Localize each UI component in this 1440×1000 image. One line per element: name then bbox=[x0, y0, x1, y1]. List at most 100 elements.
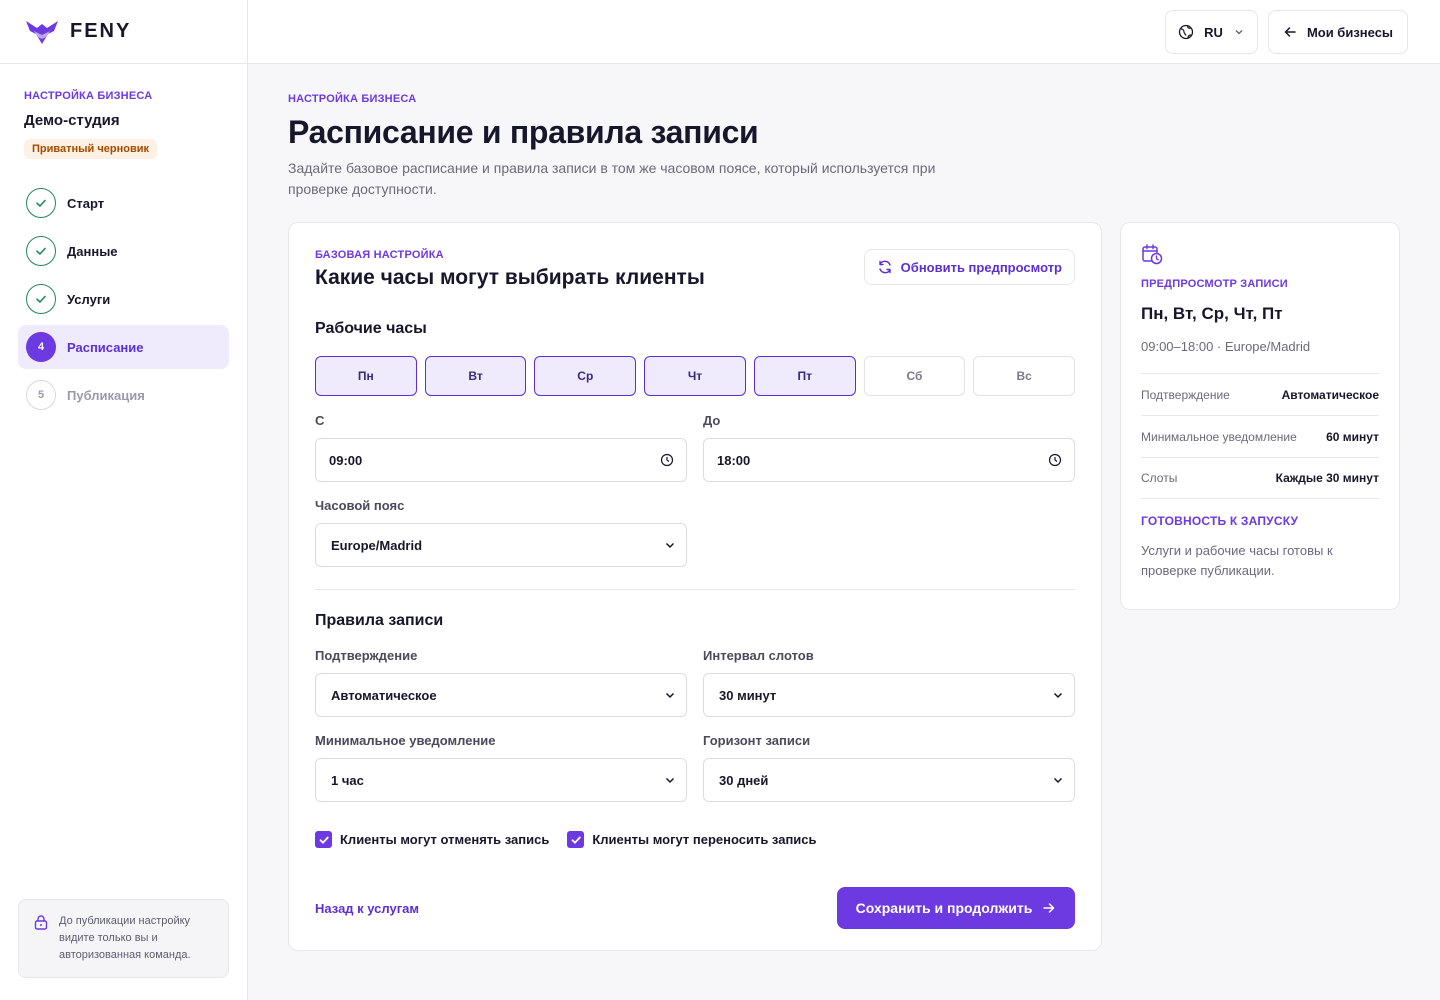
slot-interval-label: Интервал слотов bbox=[703, 648, 814, 663]
step-publish[interactable]: 5 Публикация bbox=[18, 373, 229, 417]
topbar: RU Мои бизнесы bbox=[248, 0, 1440, 64]
language-label: RU bbox=[1204, 24, 1223, 40]
timezone-label: Часовой пояс bbox=[315, 498, 405, 513]
preview-hours: 09:00–18:00 · Europe/Madrid bbox=[1141, 339, 1311, 354]
slot-interval-value: 30 минут bbox=[719, 687, 777, 703]
sidebar: FENY НАСТРОЙКА БИЗНЕСА Демо-студия Прива… bbox=[0, 0, 248, 1000]
setup-steps: Старт Данные Услуги 4 Расписание 5 Публи… bbox=[0, 181, 247, 417]
logo-text: FENY bbox=[70, 20, 132, 42]
chevron-down-icon bbox=[665, 542, 675, 549]
booking-preview-card: ПРЕДПРОСМОТР ЗАПИСИ Пн, Вт, Ср, Чт, Пт 0… bbox=[1120, 222, 1400, 610]
from-time-input[interactable]: 09:00 bbox=[315, 438, 687, 482]
timezone-select[interactable]: Europe/Madrid bbox=[315, 523, 687, 567]
sidebar-eyebrow: НАСТРОЙКА БИЗНЕСА bbox=[24, 90, 153, 102]
preview-row: Подтверждение Автоматическое bbox=[1141, 373, 1379, 415]
day-sun[interactable]: Вс bbox=[973, 356, 1076, 396]
preview-row-value: Автоматическое bbox=[1281, 387, 1379, 402]
privacy-note: До публикации настройку видите только вы… bbox=[18, 899, 229, 978]
check-icon bbox=[26, 188, 56, 218]
page-description: Задайте базовое расписание и правила зап… bbox=[288, 160, 936, 197]
day-sat[interactable]: Сб bbox=[863, 356, 966, 396]
back-to-services-link[interactable]: Назад к услугам bbox=[315, 901, 419, 916]
preview-row-value: 60 минут bbox=[1326, 429, 1379, 444]
day-thu[interactable]: Чт bbox=[644, 356, 746, 396]
chevron-down-icon bbox=[1053, 777, 1063, 784]
privacy-text: До публикации настройку видите только вы… bbox=[59, 915, 191, 961]
step-label: Данные bbox=[67, 243, 118, 259]
preview-days: Пн, Вт, Ср, Чт, Пт bbox=[1141, 304, 1283, 323]
preview-row: Слоты Каждые 30 минут bbox=[1141, 457, 1379, 499]
step-label: Услуги bbox=[67, 291, 111, 307]
globe-icon bbox=[1178, 24, 1194, 40]
day-mon[interactable]: Пн bbox=[315, 356, 417, 396]
chevron-down-icon bbox=[1053, 692, 1063, 699]
from-label: С bbox=[315, 413, 325, 428]
can-cancel-label: Клиенты могут отменять запись bbox=[340, 832, 550, 847]
save-continue-button[interactable]: Сохранить и продолжить bbox=[837, 887, 1075, 929]
step-label: Расписание bbox=[67, 339, 144, 355]
chevron-down-icon bbox=[665, 692, 675, 699]
refresh-preview-button[interactable]: Обновить предпросмотр bbox=[863, 249, 1075, 285]
min-notice-label: Минимальное уведомление bbox=[315, 733, 496, 748]
status-badge: Приватный черновик bbox=[24, 139, 157, 159]
logo[interactable]: FENY bbox=[0, 0, 247, 64]
preview-row-value: Каждые 30 минут bbox=[1275, 471, 1379, 485]
step-services[interactable]: Услуги bbox=[18, 277, 229, 321]
my-businesses-label: Мои бизнесы bbox=[1306, 24, 1394, 40]
calendar-clock-icon bbox=[1142, 244, 1163, 265]
confirmation-value: Автоматическое bbox=[331, 687, 437, 703]
booking-rules-title: Правила записи bbox=[315, 612, 444, 629]
preview-row-key: Подтверждение bbox=[1141, 387, 1230, 402]
can-reschedule-checkbox[interactable]: Клиенты могут переносить запись bbox=[567, 831, 817, 848]
step-label: Старт bbox=[67, 195, 105, 211]
lock-icon bbox=[34, 915, 48, 930]
chevron-down-icon bbox=[665, 777, 675, 784]
day-fri[interactable]: Пт bbox=[753, 356, 856, 396]
step-schedule[interactable]: 4 Расписание bbox=[18, 325, 229, 369]
step-number: 5 bbox=[26, 380, 56, 410]
language-select[interactable]: RU bbox=[1165, 10, 1258, 54]
horizon-value: 30 дней bbox=[719, 772, 769, 788]
checkbox-checked-icon bbox=[567, 831, 585, 848]
day-tue[interactable]: Вт bbox=[424, 356, 527, 396]
to-time-value: 18:00 bbox=[717, 452, 751, 468]
horizon-select[interactable]: 30 дней bbox=[703, 758, 1075, 802]
arrow-right-icon bbox=[1043, 903, 1055, 913]
step-label: Публикация bbox=[67, 387, 145, 403]
preview-eyebrow: ПРЕДПРОСМОТР ЗАПИСИ bbox=[1141, 278, 1288, 290]
step-start[interactable]: Старт bbox=[18, 181, 229, 225]
section-divider bbox=[315, 589, 1075, 590]
schedule-card: БАЗОВАЯ НАСТРОЙКА Какие часы могут выбир… bbox=[288, 222, 1102, 951]
business-name: Демо-студия bbox=[24, 112, 120, 129]
to-time-input[interactable]: 18:00 bbox=[703, 438, 1075, 482]
confirmation-select[interactable]: Автоматическое bbox=[315, 673, 687, 717]
slot-interval-select[interactable]: 30 минут bbox=[703, 673, 1075, 717]
readiness-text: Услуги и рабочие часы готовы к проверке … bbox=[1141, 543, 1333, 578]
refresh-label: Обновить предпросмотр bbox=[900, 259, 1062, 275]
min-notice-select[interactable]: 1 час bbox=[315, 758, 687, 802]
page-eyebrow: НАСТРОЙКА БИЗНЕСА bbox=[288, 93, 417, 105]
preview-row-key: Минимальное уведомление bbox=[1141, 429, 1297, 444]
readiness-eyebrow: ГОТОВНОСТЬ К ЗАПУСКУ bbox=[1141, 514, 1299, 528]
min-notice-value: 1 час bbox=[331, 772, 364, 788]
check-icon bbox=[26, 236, 56, 266]
timezone-value: Europe/Madrid bbox=[331, 537, 423, 553]
working-hours-title: Рабочие часы bbox=[315, 320, 427, 337]
can-reschedule-label: Клиенты могут переносить запись bbox=[592, 832, 817, 847]
preview-row-key: Слоты bbox=[1141, 471, 1178, 485]
step-data[interactable]: Данные bbox=[18, 229, 229, 273]
clock-icon bbox=[1048, 453, 1062, 467]
refresh-icon bbox=[878, 260, 891, 274]
day-wed[interactable]: Ср bbox=[534, 356, 637, 396]
my-businesses-button[interactable]: Мои бизнесы bbox=[1268, 10, 1408, 54]
preview-row: Минимальное уведомление 60 минут bbox=[1141, 415, 1379, 457]
clock-icon bbox=[660, 453, 674, 467]
check-icon bbox=[26, 284, 56, 314]
from-time-value: 09:00 bbox=[329, 452, 363, 468]
can-cancel-checkbox[interactable]: Клиенты могут отменять запись bbox=[315, 831, 549, 848]
checkbox-checked-icon bbox=[315, 831, 332, 848]
horizon-label: Горизонт записи bbox=[703, 733, 811, 748]
feny-logo-icon bbox=[26, 20, 58, 44]
step-number: 4 bbox=[26, 332, 56, 362]
chevron-down-icon bbox=[1235, 30, 1243, 35]
